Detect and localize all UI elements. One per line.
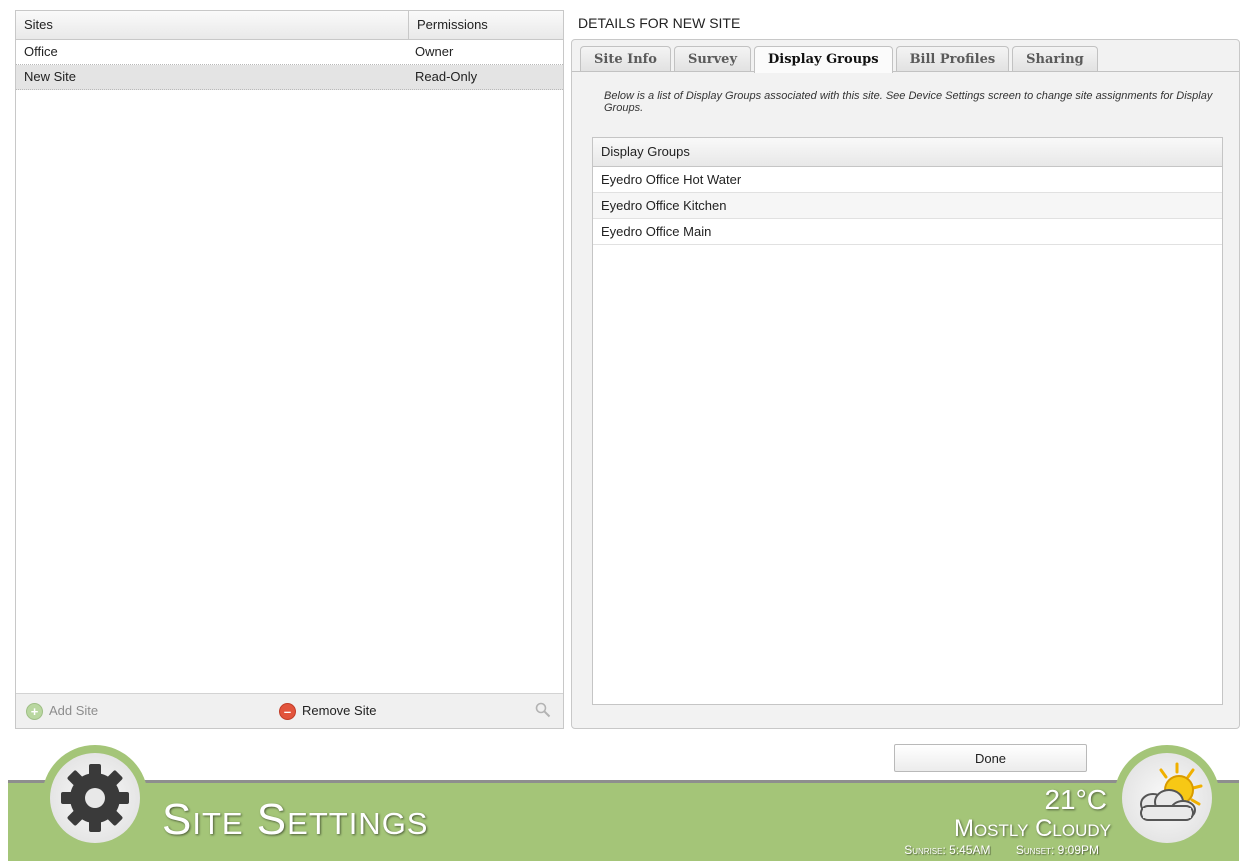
page-title: Site Settings (162, 795, 429, 844)
display-groups-description: Below is a list of Display Groups associ… (604, 90, 1213, 114)
sunset-time: Sunset: 9:09PM (1015, 843, 1099, 857)
display-group-row[interactable]: Eyedro Office Main (593, 219, 1222, 245)
site-permission: Owner (415, 44, 454, 59)
done-button[interactable]: Done (894, 744, 1087, 772)
tab-sharing[interactable]: Sharing (1012, 46, 1098, 72)
display-group-row[interactable]: Eyedro Office Kitchen (593, 193, 1222, 219)
sites-column-header[interactable]: Sites (16, 11, 409, 39)
sun-times: Sunrise: 5:45AM Sunset: 9:09PM (904, 843, 1099, 857)
tab-bill-profiles[interactable]: Bill Profiles (895, 46, 1010, 72)
tab-display-groups[interactable]: Display Groups (754, 46, 893, 73)
remove-site-button[interactable]: – Remove Site (279, 694, 376, 728)
add-site-label: Add Site (49, 703, 99, 718)
site-row-new-site[interactable]: New Site Read-Only (16, 65, 563, 90)
details-title: DETAILS FOR NEW SITE (578, 15, 741, 31)
tab-site-info[interactable]: Site Info (580, 46, 671, 72)
permissions-column-header[interactable]: Permissions (409, 11, 563, 39)
add-icon: + (26, 702, 43, 720)
details-panel: Site Info Survey Display Groups Bill Pro… (571, 39, 1240, 729)
sites-table-header: Sites Permissions (16, 11, 563, 40)
weather-condition: Mostly Cloudy (953, 815, 1111, 842)
display-groups-column-header[interactable]: Display Groups (593, 138, 1222, 167)
partly-cloudy-icon (1122, 753, 1212, 843)
add-site-button[interactable]: + Add Site (26, 694, 98, 728)
site-name: Office (24, 44, 58, 59)
sites-panel: Sites Permissions Office Owner New Site … (15, 10, 564, 729)
weather-temperature: 21°C (1044, 784, 1107, 815)
display-group-row[interactable]: Eyedro Office Hot Water (593, 167, 1222, 193)
remove-site-label: Remove Site (302, 703, 377, 718)
site-permission: Read-Only (415, 69, 478, 84)
details-tabs: Site Info Survey Display Groups Bill Pro… (580, 46, 1101, 73)
tab-survey[interactable]: Survey (673, 46, 752, 72)
site-name: New Site (24, 69, 77, 84)
gear-icon (50, 753, 140, 843)
tab-divider (572, 71, 1239, 72)
display-groups-table: Display Groups Eyedro Office Hot Water E… (592, 137, 1223, 705)
search-icon[interactable] (535, 702, 551, 721)
sites-footer-toolbar: + Add Site – Remove Site (16, 693, 563, 728)
site-row-office[interactable]: Office Owner (16, 40, 563, 65)
remove-icon: – (279, 702, 296, 720)
sunrise-time: Sunrise: 5:45AM (904, 843, 991, 857)
